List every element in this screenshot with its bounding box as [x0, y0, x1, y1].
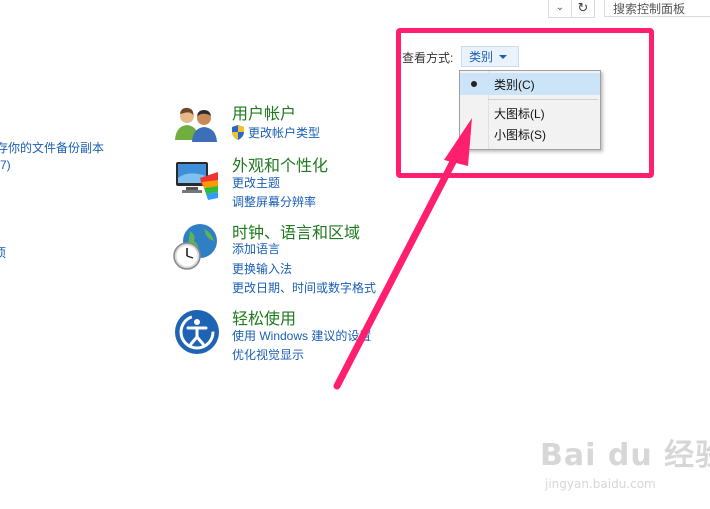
watermark-url: jingyan.baidu.com: [545, 477, 656, 491]
watermark-logo: Bai du 经验: [540, 438, 710, 473]
